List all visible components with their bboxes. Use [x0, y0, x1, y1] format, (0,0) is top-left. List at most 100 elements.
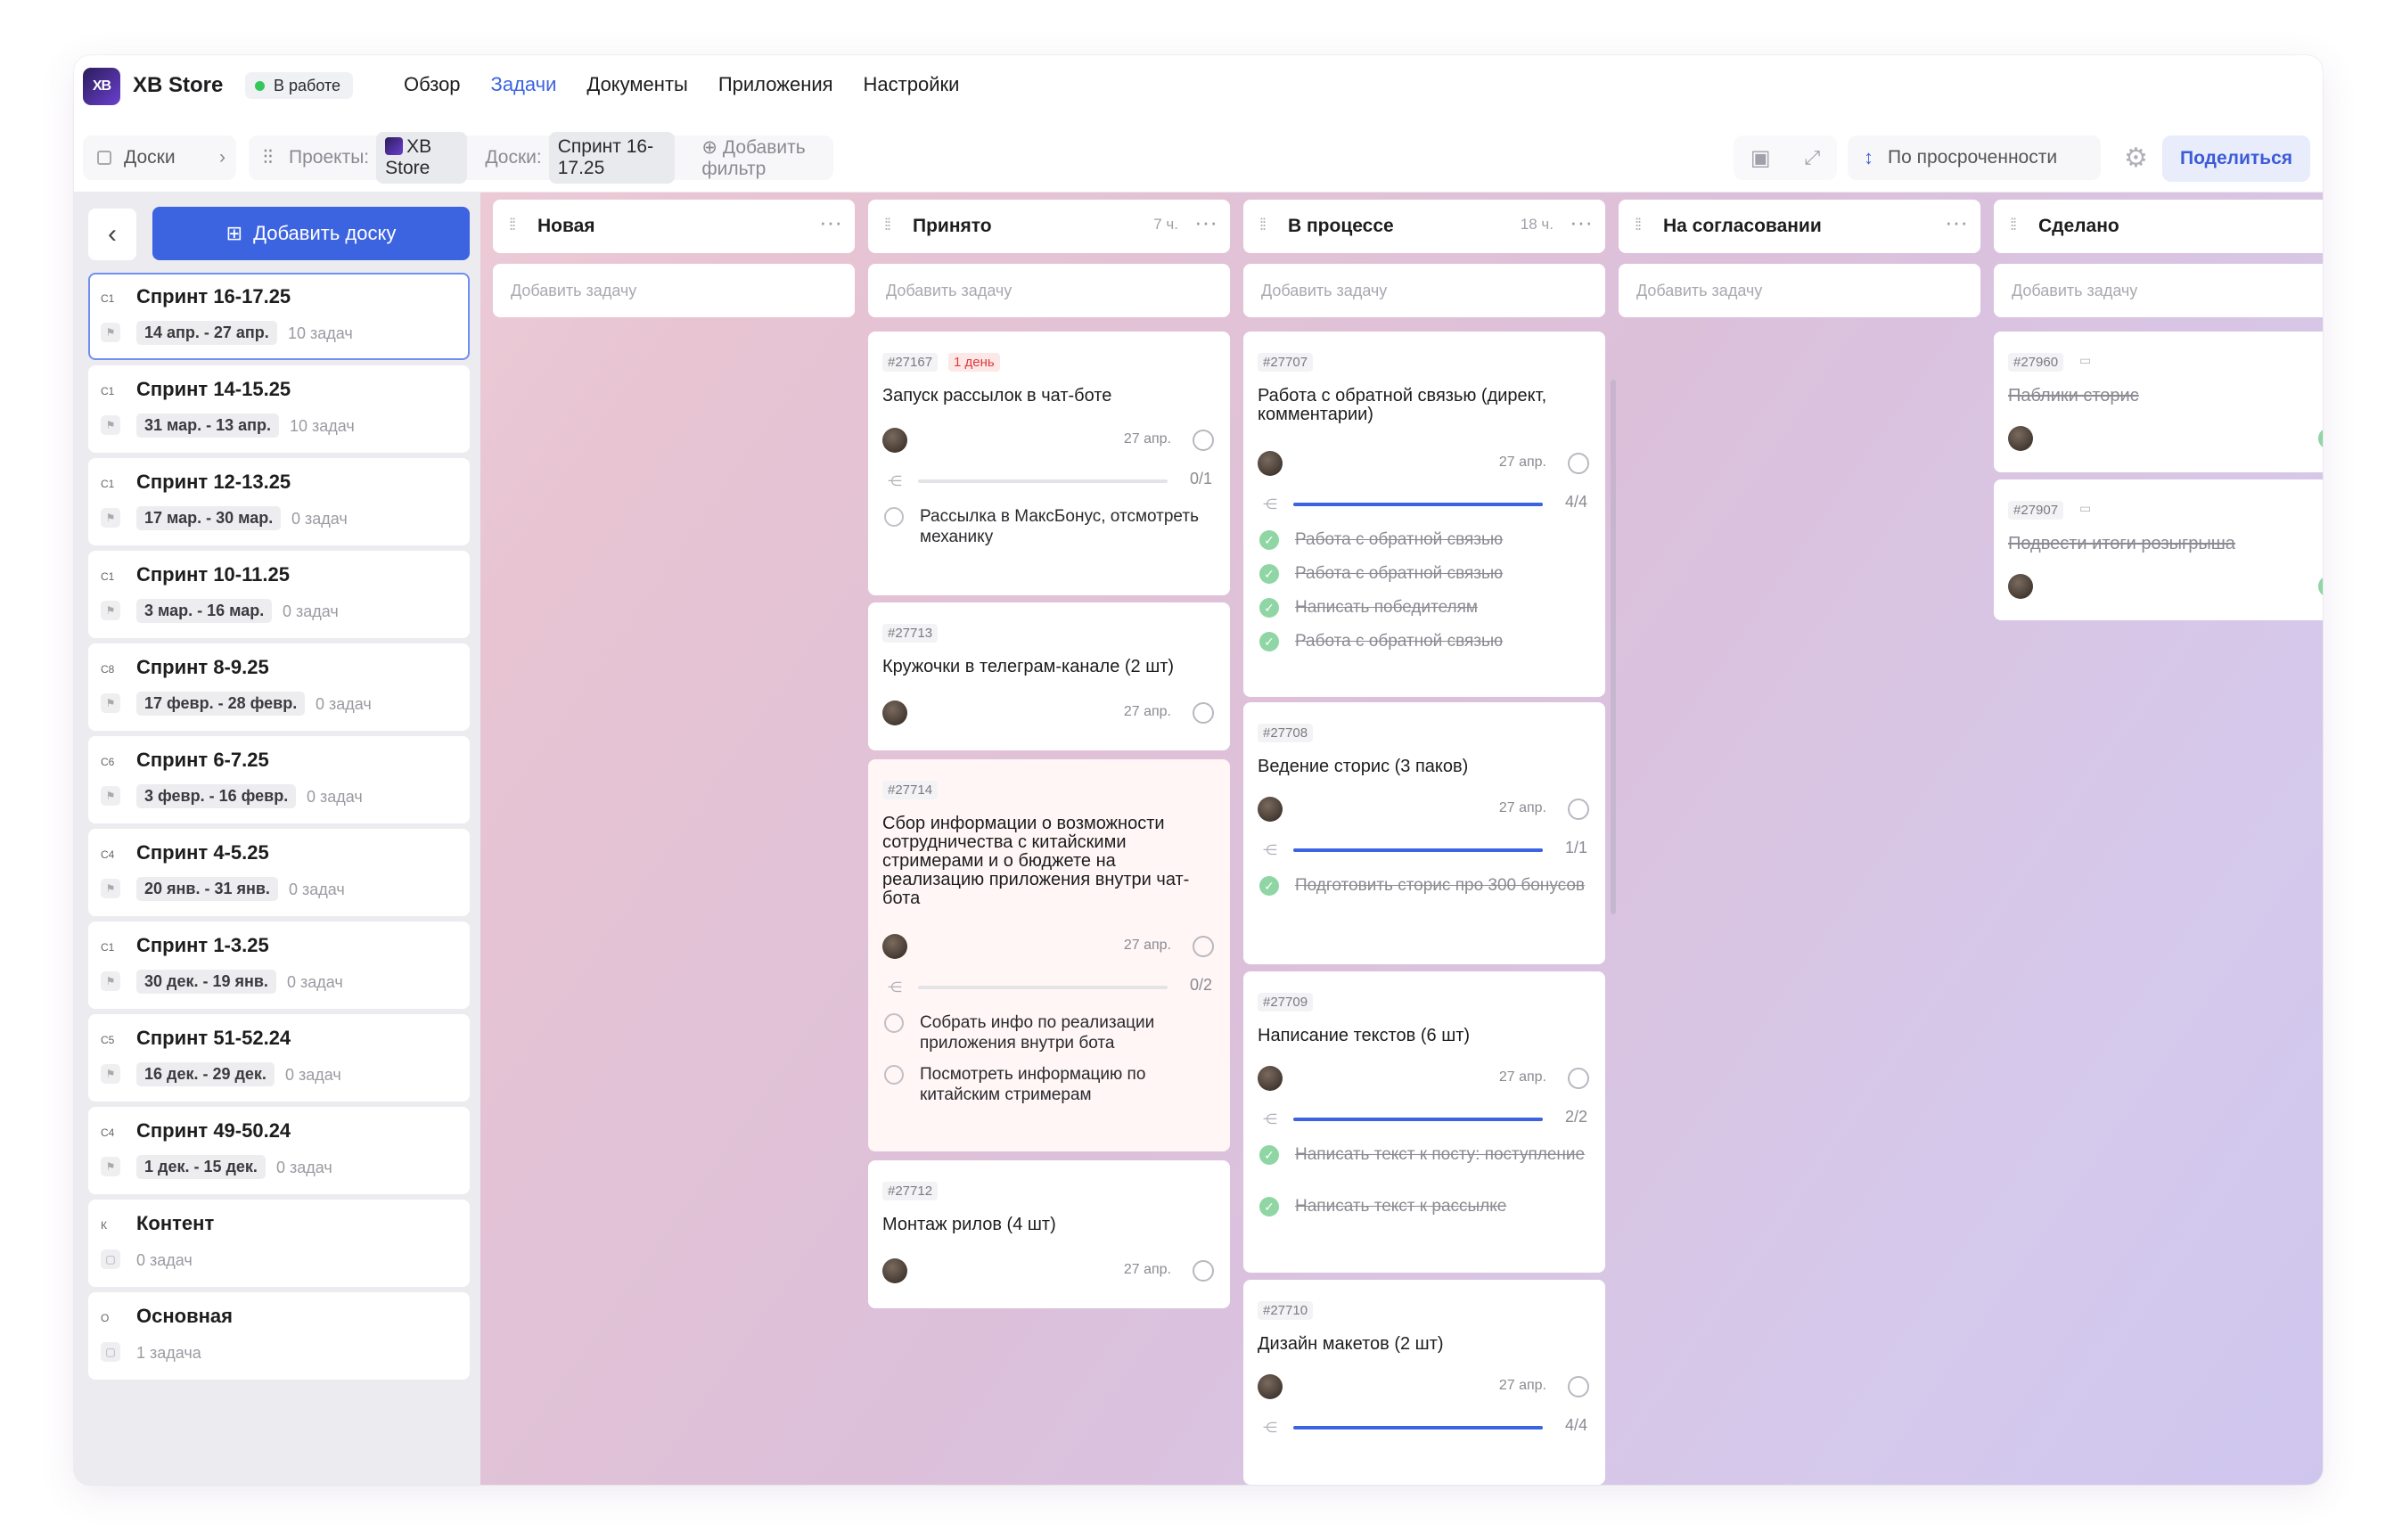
add-task-button[interactable]: Добавить задачу — [493, 264, 855, 317]
task-card[interactable]: #27714 Сбор информации о возможности сотр… — [868, 759, 1230, 1151]
app-logo[interactable]: XB — [83, 68, 120, 105]
task-card[interactable]: #27713 Кружочки в телеграм-канале (2 шт) 2… — [868, 602, 1230, 750]
filter-sliders-icon[interactable]: ⫶⫶ — [263, 146, 273, 169]
board-item[interactable]: С5 Спринт 51-52.24 ⚑ 16 дек. - 29 дек. 0 зад… — [88, 1014, 470, 1102]
status-badge[interactable]: В работе — [245, 72, 354, 99]
settings-gear-icon[interactable]: ⚙ — [2124, 143, 2148, 174]
complete-toggle[interactable] — [2318, 428, 2323, 449]
board-item[interactable]: С6 Спринт 6-7.25 ⚑ 3 февр. - 16 февр. 0 зада… — [88, 736, 470, 823]
complete-toggle[interactable] — [1568, 799, 1589, 820]
board-item[interactable]: С4 Спринт 49-50.24 ⚑ 1 дек. - 15 дек. 0 зада… — [88, 1107, 470, 1194]
board-item[interactable]: К Контент ▢ 0 задач — [88, 1200, 470, 1287]
board-code: С4 — [101, 848, 115, 861]
task-card[interactable]: #27907 ▭ Подвести итоги розыгрыша — [1994, 479, 2323, 620]
task-card[interactable]: #27712 Монтаж рилов (4 шт) 27 апр. — [868, 1160, 1230, 1308]
complete-toggle[interactable] — [2318, 576, 2323, 597]
check-icon[interactable]: ✓ — [1259, 530, 1279, 550]
add-task-button[interactable]: Добавить задачу — [868, 264, 1230, 317]
check-icon[interactable]: ✓ — [1259, 598, 1279, 618]
board-item[interactable]: С1 Спринт 10-11.25 ⚑ 3 мар. - 16 мар. 0 зада… — [88, 551, 470, 638]
board-item[interactable]: С1 Спринт 1-3.25 ⚑ 30 дек. - 19 янв. 0 задач — [88, 922, 470, 1009]
project-title[interactable]: XB Store — [133, 73, 223, 98]
board-code: О — [101, 1312, 110, 1324]
assignee-avatar[interactable] — [882, 1258, 907, 1283]
check-icon[interactable]: ✓ — [1259, 632, 1279, 651]
add-task-button[interactable]: Добавить задачу — [1994, 264, 2323, 317]
assignee-avatar[interactable] — [1258, 797, 1283, 822]
column-title: В процессе — [1288, 216, 1394, 236]
check-icon[interactable]: ✓ — [1259, 1145, 1279, 1165]
subtask-progress-bar — [1293, 503, 1543, 506]
task-card[interactable]: #27167 1 день Запуск рассылок в чат-боте 27… — [868, 332, 1230, 595]
board-task-count: 0 задач — [316, 695, 372, 713]
complete-toggle[interactable] — [1193, 702, 1214, 724]
assignee-avatar[interactable] — [1258, 1374, 1283, 1399]
share-button[interactable]: Поделиться — [2161, 135, 2310, 182]
assignee-avatar[interactable] — [882, 934, 907, 959]
column-scrollbar[interactable] — [1611, 380, 1616, 914]
drag-handle-icon[interactable]: ⁞⁞ — [2010, 216, 2017, 234]
checkbox[interactable] — [884, 507, 904, 527]
check-icon[interactable]: ✓ — [1259, 1197, 1279, 1216]
complete-toggle[interactable] — [1568, 1068, 1589, 1089]
assignee-avatar[interactable] — [882, 700, 907, 725]
complete-toggle[interactable] — [1568, 1376, 1589, 1397]
check-icon[interactable]: ✓ — [1259, 876, 1279, 896]
checkbox[interactable] — [884, 1065, 904, 1085]
complete-toggle[interactable] — [1568, 453, 1589, 474]
more-options-icon[interactable]: ··· — [1194, 209, 1217, 236]
drag-handle-icon[interactable]: ⁞⁞ — [1635, 216, 1642, 234]
board-item[interactable]: С4 Спринт 4-5.25 ⚑ 20 янв. - 31 янв. 0 задач — [88, 829, 470, 916]
board-item[interactable]: С1 Спринт 12-13.25 ⚑ 17 мар. - 30 мар. 0 зад… — [88, 458, 470, 545]
assignee-avatar[interactable] — [2008, 426, 2033, 451]
drag-handle-icon[interactable]: ⁞⁞ — [884, 216, 891, 234]
checkbox[interactable] — [884, 1013, 904, 1033]
task-card[interactable]: #27960 ▭ Паблики сторис — [1994, 332, 2323, 472]
add-task-button[interactable]: Добавить задачу — [1243, 264, 1605, 317]
drag-handle-icon[interactable]: ⁞⁞ — [1259, 216, 1267, 234]
board-item[interactable]: С1 Спринт 16-17.25 ⚑ 14 апр. - 27 апр. 10 за… — [88, 273, 470, 360]
drag-handle-icon[interactable]: ⁞⁞ — [509, 216, 516, 234]
board-filter-chip[interactable]: Спринт 16-17.25 — [548, 132, 676, 184]
add-task-button[interactable]: Добавить задачу — [1619, 264, 1980, 317]
complete-toggle[interactable] — [1193, 430, 1214, 451]
add-board-button[interactable]: ⊞ Добавить доску — [152, 207, 470, 260]
sort-dropdown[interactable]: ↕ По просроченности — [1848, 135, 2101, 180]
task-card[interactable]: #27707 Работа с обратной связью (директ, … — [1243, 332, 1605, 697]
complete-toggle[interactable] — [1193, 1260, 1214, 1282]
assignee-avatar[interactable] — [882, 428, 907, 453]
assignee-avatar[interactable] — [1258, 451, 1283, 476]
more-options-icon[interactable]: ··· — [819, 209, 842, 236]
assignee-avatar[interactable] — [2008, 574, 2033, 599]
board-code: С6 — [101, 756, 115, 768]
complete-toggle[interactable] — [1193, 936, 1214, 957]
nav-documents[interactable]: Документы — [586, 73, 687, 96]
expand-icon[interactable]: ⤢ — [1804, 146, 1820, 169]
nav-overview[interactable]: Обзор — [404, 73, 461, 96]
checklist-item-text: Работа с обратной связью — [1295, 632, 1504, 651]
board-item[interactable]: С1 Спринт 14-15.25 ⚑ 31 мар. - 13 апр. 10 за… — [88, 365, 470, 453]
nav-tasks[interactable]: Задачи — [491, 73, 557, 96]
add-filter-button[interactable]: ⊕ Добавить фильтр — [701, 136, 833, 180]
nav-apps[interactable]: Приложения — [718, 73, 833, 96]
task-card[interactable]: #27708 Ведение сторис (3 паков) 27 апр. ⋲ 1/… — [1243, 702, 1605, 964]
more-options-icon[interactable]: ··· — [1945, 209, 1968, 236]
more-options-icon[interactable]: ··· — [2320, 209, 2323, 236]
assignee-avatar[interactable] — [1258, 1066, 1283, 1091]
save-icon[interactable]: ▣ — [1750, 145, 1771, 171]
check-icon[interactable]: ✓ — [1259, 564, 1279, 584]
boards-toggle[interactable]: Доски › — [83, 135, 236, 180]
top-bar: XB XB Store В работе Обзор Задачи Докуме… — [74, 55, 2323, 123]
collapse-sidebar-button[interactable]: ‹ — [88, 209, 136, 260]
board-dates: 3 февр. - 16 февр. — [136, 784, 297, 808]
board-dates: 17 мар. - 30 мар. — [136, 506, 282, 530]
board-item[interactable]: С8 Спринт 8-9.25 ⚑ 17 февр. - 28 февр. 0 зад… — [88, 643, 470, 731]
board-add-icon: ⊞ — [225, 222, 243, 244]
column-title: Сделано — [2038, 216, 2119, 236]
more-options-icon[interactable]: ··· — [1570, 209, 1593, 236]
nav-settings[interactable]: Настройки — [864, 73, 960, 96]
board-item[interactable]: О Основная ▢ 1 задача — [88, 1292, 470, 1380]
task-card[interactable]: #27709 Написание текстов (6 шт) 27 апр. ⋲ 2/… — [1243, 971, 1605, 1273]
task-card[interactable]: #27710 Дизайн макетов (2 шт) 27 апр. ⋲ 4/4 — [1243, 1280, 1605, 1485]
project-chip[interactable]: XB Store — [376, 132, 468, 184]
